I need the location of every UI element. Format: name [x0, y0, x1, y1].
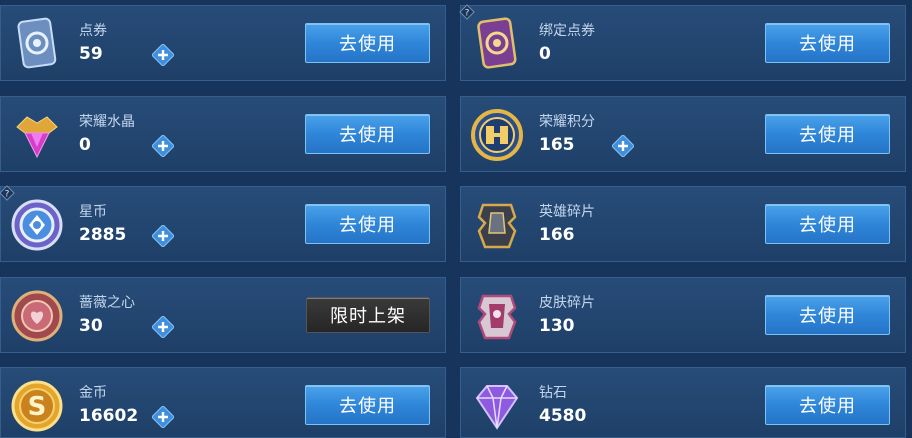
- currency-grid: 点券 59 去使用 ? 绑定点券 0 去使用 荣耀水晶 0 去使用 荣耀积分 1…: [0, 0, 912, 438]
- star-coin-icon: [9, 197, 65, 253]
- glory-crystal-icon: [9, 107, 65, 163]
- currency-name: 金币: [79, 385, 107, 401]
- bound-ticket-icon: [469, 16, 525, 72]
- use-gold-coin-button[interactable]: 去使用: [305, 385, 430, 425]
- currency-name: 点券: [79, 23, 107, 39]
- ticket-icon: [9, 16, 65, 72]
- use-star-coin-button[interactable]: 去使用: [305, 204, 430, 244]
- currency-name: 英雄碎片: [539, 204, 595, 220]
- currency-value: 30: [79, 316, 103, 336]
- currency-name: 荣耀水晶: [79, 114, 135, 130]
- currency-name: 荣耀积分: [539, 114, 595, 130]
- hero-fragment-icon: [469, 197, 525, 253]
- use-glory-points-button[interactable]: 去使用: [765, 114, 890, 154]
- currency-card-rose-heart: 蔷薇之心 30 限时上架: [0, 277, 446, 353]
- currency-card-star-coin: ? 星币 2885 去使用: [0, 185, 446, 262]
- add-glory-crystal-plus-icon[interactable]: [152, 135, 174, 157]
- currency-value: 59: [79, 44, 103, 64]
- diamond-icon: [469, 378, 525, 434]
- currency-name: 蔷薇之心: [79, 295, 135, 311]
- currency-card-skin-fragment: 皮肤碎片 130 去使用: [460, 277, 906, 353]
- currency-card-glory-crystal: 荣耀水晶 0 去使用: [0, 96, 446, 172]
- currency-value: 16602: [79, 406, 139, 426]
- currency-name: 绑定点券: [539, 23, 595, 39]
- currency-card-glory-points: 荣耀积分 165 去使用: [460, 96, 906, 172]
- currency-card-diamond: 钻石 4580 去使用: [460, 367, 906, 438]
- currency-value: 0: [79, 135, 91, 155]
- currency-name: 钻石: [539, 385, 567, 401]
- currency-card-bound-ticket: ? 绑定点券 0 去使用: [459, 4, 906, 81]
- use-diamond-button[interactable]: 去使用: [765, 385, 890, 425]
- currency-value: 166: [539, 225, 575, 245]
- currency-name: 星币: [79, 204, 107, 220]
- currency-value: 165: [539, 135, 575, 155]
- currency-value: 0: [539, 44, 551, 64]
- currency-name: 皮肤碎片: [539, 295, 595, 311]
- currency-value: 4580: [539, 406, 587, 426]
- limited-time-button[interactable]: 限时上架: [306, 297, 430, 333]
- add-gold-coin-plus-icon[interactable]: [152, 406, 174, 428]
- use-bound-ticket-button[interactable]: 去使用: [765, 23, 890, 63]
- glory-points-icon: [469, 107, 525, 163]
- currency-card-ticket: 点券 59 去使用: [0, 5, 446, 81]
- svg-text:S: S: [28, 392, 47, 422]
- use-hero-fragment-button[interactable]: 去使用: [765, 204, 890, 244]
- add-ticket-plus-icon[interactable]: [152, 44, 174, 66]
- currency-card-gold-coin: S 金币 16602 去使用: [0, 367, 446, 438]
- rose-heart-icon: [9, 288, 65, 344]
- gold-coin-icon: S: [9, 378, 65, 434]
- use-skin-fragment-button[interactable]: 去使用: [765, 295, 890, 335]
- add-star-coin-plus-icon[interactable]: [152, 225, 174, 247]
- skin-fragment-icon: [469, 288, 525, 344]
- use-glory-crystal-button[interactable]: 去使用: [305, 114, 430, 154]
- add-rose-heart-plus-icon[interactable]: [152, 316, 174, 338]
- use-ticket-button[interactable]: 去使用: [305, 23, 430, 63]
- currency-value: 2885: [79, 225, 127, 245]
- add-glory-points-plus-icon[interactable]: [612, 135, 634, 157]
- currency-card-hero-fragment: 英雄碎片 166 去使用: [460, 186, 906, 262]
- currency-value: 130: [539, 316, 575, 336]
